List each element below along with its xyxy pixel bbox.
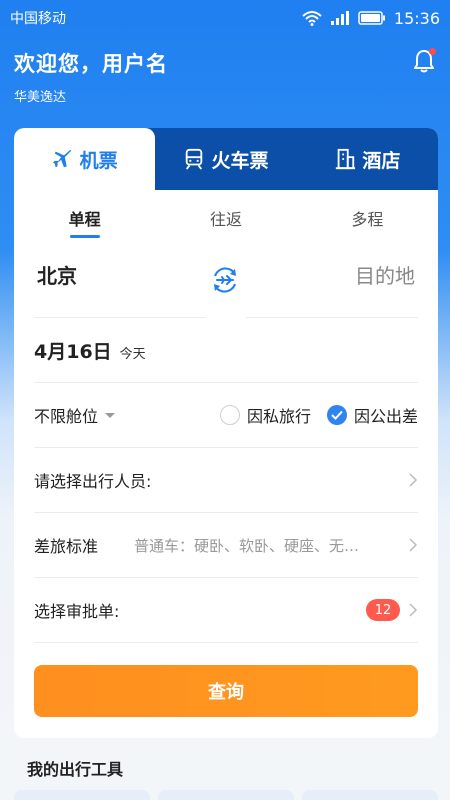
tab-flights-label: 机票 — [79, 149, 118, 172]
tab-hotels-label: 酒店 — [362, 149, 401, 172]
approval-count-badge: 12 — [366, 599, 400, 621]
booking-card: 机票 火车票 酒店 单程 往返 多程 北京 目的地 4月16日 今天 不限舱位 … — [14, 128, 438, 738]
departure-date-note: 今天 — [119, 346, 146, 362]
purpose-business-label: 因公出差 — [353, 407, 418, 426]
purpose-private-radio[interactable]: 因私旅行 — [219, 403, 311, 427]
departure-city[interactable]: 北京 — [37, 260, 77, 289]
carrier-label: 中国移动 — [10, 11, 66, 27]
chevron-right-icon — [409, 603, 418, 617]
notification-button[interactable] — [412, 48, 436, 74]
trip-type-round-trip[interactable]: 往返 — [155, 206, 296, 230]
chevron-right-icon — [409, 538, 418, 552]
travel-tools-title: 我的出行工具 — [27, 760, 124, 779]
tab-trains-label: 火车票 — [211, 149, 269, 172]
battery-icon — [358, 11, 385, 25]
plane-icon — [52, 149, 71, 168]
tab-hotels[interactable]: 酒店 — [297, 128, 438, 190]
tool-card[interactable] — [302, 790, 438, 800]
category-tabs: 机票 火车票 酒店 — [14, 128, 438, 190]
cabin-row: 不限舱位 因私旅行 因公出差 — [34, 383, 418, 448]
tab-trains[interactable]: 火车票 — [155, 128, 296, 190]
swap-cities-icon[interactable] — [209, 264, 241, 296]
welcome-header: 欢迎您，用户名 华美逸达 — [14, 48, 436, 108]
trip-type-one-way[interactable]: 单程 — [14, 206, 155, 230]
tool-card[interactable] — [158, 790, 294, 800]
approval-row[interactable]: 选择审批单: 12 — [34, 578, 418, 643]
trip-type-multi-city[interactable]: 多程 — [297, 206, 438, 230]
search-button[interactable]: 查询 — [34, 665, 418, 717]
signal-icon — [330, 11, 349, 25]
status-bar: 中国移动 15:36 — [0, 0, 450, 36]
greeting-text: 欢迎您，用户名 — [14, 52, 168, 76]
travelers-row[interactable]: 请选择出行人员: — [34, 448, 418, 513]
travelers-label: 请选择出行人员: — [34, 472, 152, 491]
date-row[interactable]: 4月16日 今天 — [34, 318, 418, 383]
route-selector: 北京 目的地 — [34, 246, 418, 318]
purpose-business-radio[interactable]: 因公出差 — [326, 403, 418, 427]
company-name: 华美逸达 — [14, 90, 67, 105]
status-icons: 15:36 — [302, 9, 440, 28]
travel-policy-value: 普通车：硬卧、软卧、硬座、无… — [134, 536, 360, 555]
hotel-icon — [336, 148, 356, 170]
notification-dot — [429, 48, 436, 55]
destination-city[interactable]: 目的地 — [355, 260, 415, 289]
cabin-class-dropdown[interactable]: 不限舱位 — [34, 403, 116, 427]
tab-flights[interactable]: 机票 — [14, 128, 156, 190]
travel-policy-label: 差旅标准 — [34, 537, 99, 556]
radio-checked-icon — [326, 405, 347, 425]
purpose-private-label: 因私旅行 — [246, 407, 311, 426]
caret-down-icon — [105, 412, 116, 418]
chevron-right-icon — [409, 473, 418, 487]
train-icon — [186, 148, 203, 170]
trip-purpose-group: 因私旅行 因公出差 — [219, 403, 418, 427]
cabin-class-label: 不限舱位 — [34, 407, 99, 426]
tool-card[interactable] — [14, 790, 150, 800]
trip-type-selector: 单程 往返 多程 — [14, 190, 438, 246]
approval-label: 选择审批单: — [34, 602, 120, 621]
wifi-icon — [302, 11, 322, 26]
departure-date: 4月16日 — [34, 340, 112, 363]
radio-unchecked-icon — [219, 405, 240, 425]
travel-policy-row[interactable]: 差旅标准 普通车：硬卧、软卧、硬座、无… — [34, 513, 418, 578]
clock: 15:36 — [393, 8, 440, 28]
